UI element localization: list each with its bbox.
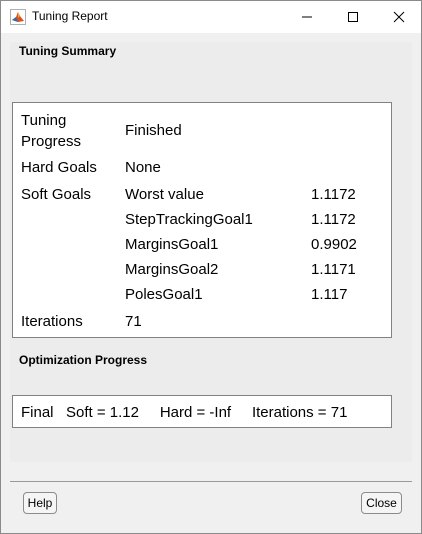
tuning-progress-value: Finished <box>125 122 182 139</box>
minimize-button[interactable] <box>284 1 330 32</box>
title-bar: Tuning Report <box>1 1 421 33</box>
tuning-summary-title: Tuning Summary <box>19 44 117 58</box>
soft-goal-name: MarginsGoal1 <box>125 236 219 253</box>
tuning-report-window: Tuning Report Tuning Summary Tuning Prog… <box>0 0 422 534</box>
matlab-logo-icon <box>10 9 26 25</box>
hard-goals-value: None <box>125 159 161 176</box>
iterations-value: 71 <box>125 313 142 330</box>
hard-goals-label: Hard Goals <box>21 159 97 176</box>
soft-goal-value: 1.1172 <box>311 211 356 228</box>
window-title: Tuning Report <box>32 9 108 23</box>
soft-goal-value: 1.117 <box>311 286 348 303</box>
iterations-label: Iterations <box>21 313 83 330</box>
minimize-icon <box>302 16 312 17</box>
optimization-progress-box: Final Soft = 1.12 Hard = -Inf Iterations… <box>12 395 392 428</box>
tuning-summary-box: Tuning Progress Finished Hard Goals None… <box>12 102 392 338</box>
soft-goal-value: 1.1172 <box>311 186 356 203</box>
tuning-progress-label-line2: Progress <box>21 133 82 150</box>
close-icon <box>393 11 405 22</box>
close-button[interactable]: Close <box>361 492 402 514</box>
soft-goal-value: 1.1171 <box>311 261 356 278</box>
optimization-progress-text: Final Soft = 1.12 Hard = -Inf Iterations… <box>21 404 348 421</box>
footer-divider <box>10 481 412 482</box>
close-window-button[interactable] <box>376 1 422 32</box>
soft-goal-name: Worst value <box>125 186 204 203</box>
optimization-progress-title: Optimization Progress <box>19 353 148 367</box>
help-button[interactable]: Help <box>23 492 57 514</box>
maximize-icon <box>348 11 358 22</box>
soft-goal-value: 0.9902 <box>311 236 357 253</box>
soft-goal-name: MarginsGoal2 <box>125 261 219 278</box>
soft-goals-label: Soft Goals <box>21 186 92 203</box>
soft-goal-name: StepTrackingGoal1 <box>125 211 253 228</box>
maximize-button[interactable] <box>330 1 376 32</box>
soft-goal-name: PolesGoal1 <box>125 286 203 303</box>
tuning-progress-label-line1: Tuning <box>21 112 67 129</box>
